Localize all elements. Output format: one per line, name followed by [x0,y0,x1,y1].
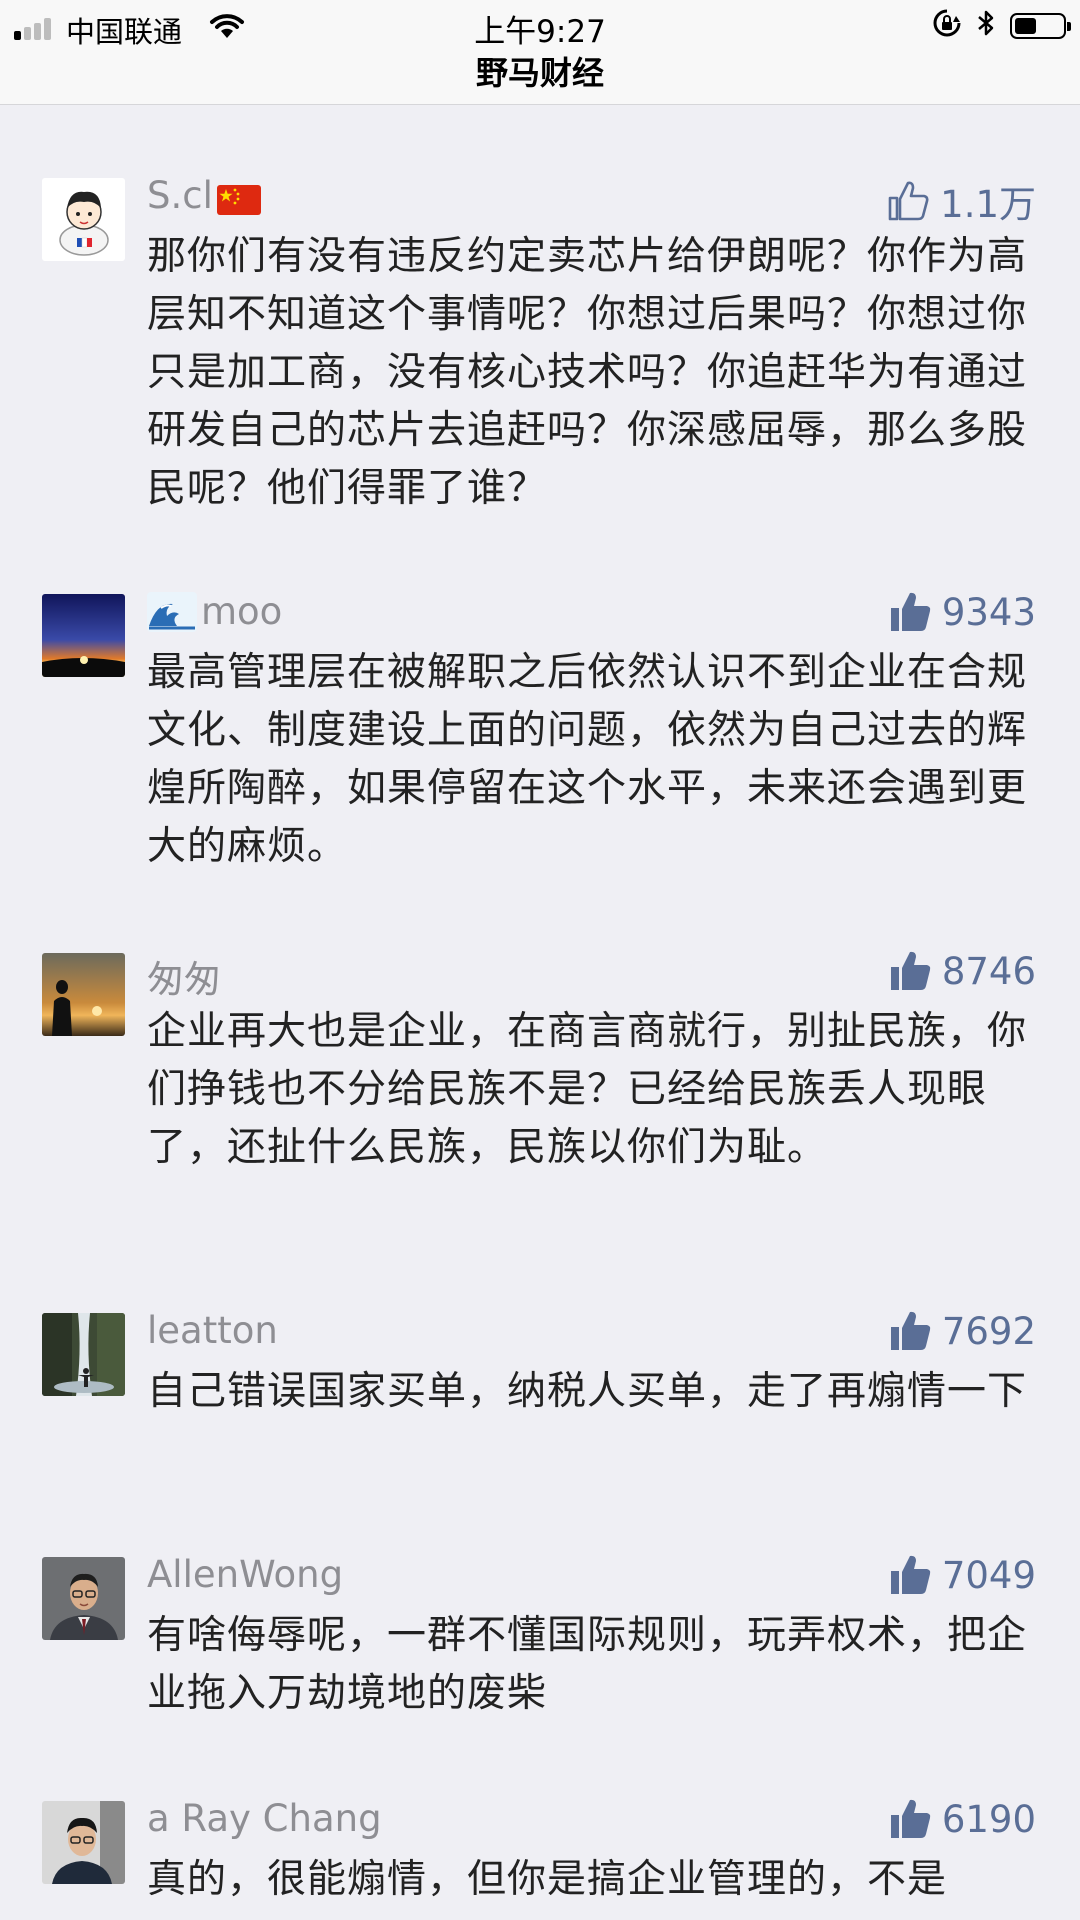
avatar[interactable] [42,953,125,1036]
like-count: 1.1万 [940,183,1036,226]
comment-text: 最高管理层在被解职之后依然认识不到企业在合规文化、制度建设上面的问题，依然为自己… [147,650,1028,869]
like-count: 6190 [941,1797,1036,1841]
thumbs-up-outline-icon [886,179,930,223]
comment-text: 企业再大也是企业，在商言商就行，别扯民族，你们挣钱也不分给民族不是？已经给民族丢… [147,1009,1028,1170]
like-button[interactable]: 7049 [888,1553,1036,1597]
thumbs-up-filled-icon [888,1797,932,1841]
comment-text: 那你们有没有违反约定卖芯片给伊朗呢？你作为高层知不知道这个事情呢？你想过后果吗？… [147,234,1028,511]
like-button[interactable]: 9343 [888,590,1036,634]
like-count: 9343 [941,590,1036,634]
page-title: 野马财经 [475,54,604,92]
username[interactable]: moo [147,590,282,633]
username[interactable]: 匆匆 [147,949,221,1003]
like-count: 7692 [941,1309,1036,1353]
thumbs-up-filled-icon [888,1553,932,1597]
like-count: 8746 [941,949,1036,993]
comment-text: 有啥侮辱呢，一群不懂国际规则，玩弄权术，把企业拖入万劫境地的废柴 [147,1613,1028,1716]
avatar[interactable] [42,1313,125,1396]
username[interactable]: S.cl [147,174,261,217]
china-flag-icon [216,181,261,215]
thumbs-up-filled-icon [888,949,932,993]
thumbs-up-filled-icon [888,590,932,634]
username[interactable]: leatton [147,1309,278,1352]
like-count: 7049 [941,1553,1036,1597]
status-time: 上午9:27 [474,14,606,50]
bluetooth-icon [976,8,996,45]
avatar[interactable] [42,178,125,261]
like-button[interactable]: 8746 [888,949,1036,993]
like-button[interactable]: 1.1万 [886,174,1036,228]
battery-icon [1010,13,1071,39]
top-bar: 中国联通 上午9:27 野马财经 [0,0,1080,105]
rotation-lock-icon [932,8,962,45]
avatar[interactable] [42,1801,125,1884]
comment-text: 自己错误国家买单，纳税人买单，走了再煽情一下 [147,1369,1028,1414]
comment-text: 真的，很能煽情，但你是搞企业管理的，不是 [147,1857,948,1902]
like-button[interactable]: 6190 [888,1797,1036,1841]
username[interactable]: a Ray Chang [147,1797,382,1840]
avatar[interactable] [42,1557,125,1640]
username[interactable]: AllenWong [147,1553,343,1596]
status-bar: 中国联通 上午9:27 [0,0,1080,52]
avatar[interactable] [42,594,125,677]
thumbs-up-filled-icon [888,1309,932,1353]
wave-emoji-icon [147,591,197,632]
like-button[interactable]: 7692 [888,1309,1036,1353]
